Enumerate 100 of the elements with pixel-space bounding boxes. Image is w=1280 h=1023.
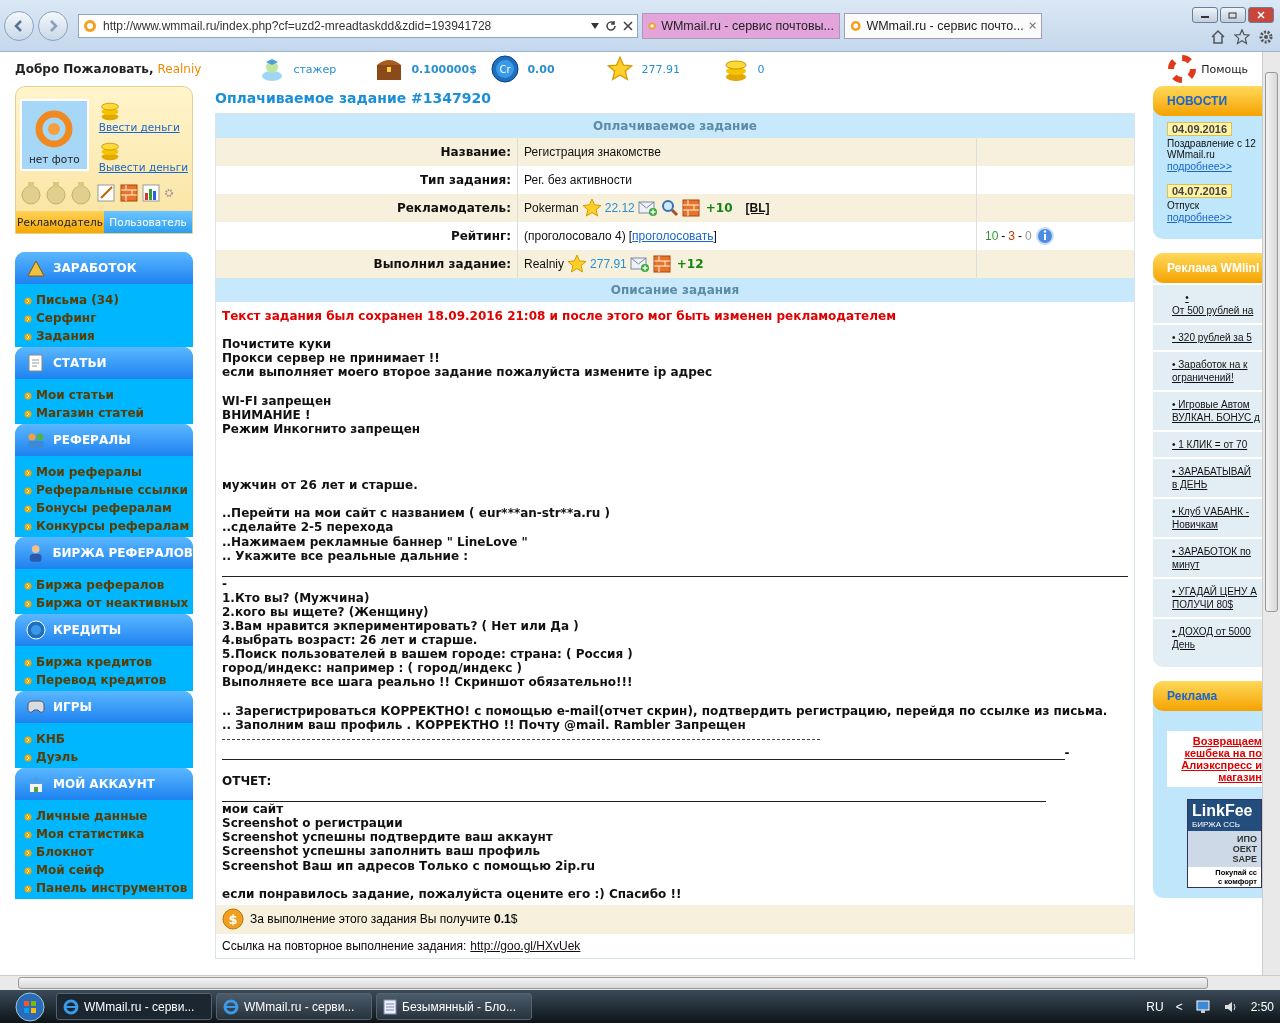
brick-wall-icon[interactable] — [681, 199, 700, 217]
browser-e-icon — [63, 998, 79, 1015]
browser-tab[interactable]: WMmail.ru - сервис почто... — [844, 12, 1042, 39]
bullet-icon — [24, 753, 32, 762]
menu-link[interactable]: Перевод кредитов — [24, 672, 193, 689]
clock[interactable]: 2:50 — [1250, 999, 1274, 1014]
menu-link[interactable]: Мои рефералы — [24, 464, 193, 481]
role-tab[interactable]: Рекламодатель — [16, 211, 104, 233]
home-icon[interactable] — [1210, 28, 1226, 45]
description-line: 1.Кто вы? (Мужчина) — [222, 590, 371, 605]
menu-link[interactable]: Серфинг — [24, 310, 193, 327]
menu-link[interactable]: Задания — [24, 328, 193, 345]
separator-text: - — [1001, 229, 1006, 243]
restore-button[interactable] — [1220, 6, 1246, 23]
brick-wall-icon[interactable] — [652, 255, 671, 273]
description-line: 3.Вам нравится экпериментировать? ( Нет или Да ) — [222, 619, 580, 634]
taskbar-button[interactable]: Безымянный - Бло... — [376, 993, 532, 1020]
menu-link[interactable]: КНБ — [24, 731, 193, 748]
menu-link[interactable]: Магазин статей — [24, 405, 193, 422]
menu-link[interactable]: Биржа кредитов — [24, 654, 193, 671]
menu-link[interactable]: Личные данные — [24, 808, 193, 825]
help-link[interactable]: Помощь — [1201, 62, 1248, 76]
bullet-icon — [24, 884, 32, 893]
mail-add-icon[interactable] — [629, 255, 650, 273]
taskbar-button[interactable]: WMmail.ru - серви... — [56, 993, 212, 1020]
menu-link[interactable]: Моя статистика — [24, 826, 193, 843]
bracket-text: ] — [713, 229, 717, 243]
reward-text: За выполнение этого задания Вы получите 0.1$ — [250, 912, 518, 927]
notepad-icon — [383, 998, 397, 1015]
money-link[interactable]: Ввести деньги — [98, 121, 180, 133]
rating-value: 22.12 — [604, 201, 635, 215]
minimize-button[interactable] — [1192, 6, 1218, 23]
notepad-icon[interactable] — [95, 182, 117, 204]
menu-link[interactable]: Панель инструментов — [24, 880, 193, 897]
network-icon[interactable] — [1194, 998, 1211, 1015]
votes-text: (проголосовало 4) — [524, 229, 626, 243]
stat-value: 0 — [757, 62, 765, 76]
close-icon[interactable] — [623, 20, 633, 31]
description-line: мои сайт — [222, 802, 285, 817]
gear-icon[interactable] — [164, 188, 174, 198]
menu-link[interactable]: Биржа от неактивных — [24, 595, 193, 612]
description-line: Режим Инкогнито запрещен — [222, 421, 422, 436]
close-button[interactable] — [1248, 6, 1274, 23]
tray-expand-button[interactable]: < — [1175, 999, 1183, 1014]
menu-link[interactable]: Мой сейф — [24, 862, 193, 879]
bullet-icon — [24, 581, 32, 590]
description-line: город/индекс: например : ( город/индекс ) — [222, 661, 524, 676]
close-icon — [1256, 10, 1266, 19]
bonus-value: +10 — [705, 201, 733, 215]
menu-link[interactable]: Блокнот — [24, 844, 193, 861]
menu-link[interactable]: Бонусы рефералам — [24, 500, 193, 517]
mail-add-icon[interactable] — [637, 199, 658, 217]
menu-link[interactable]: Мои статьи — [24, 387, 193, 404]
news-text: Поздравление с 12 — [1167, 138, 1256, 149]
info-icon[interactable] — [1034, 226, 1055, 246]
description-line: Screenshot Ваш ип адресов Только с помощью 2ip.ru — [222, 858, 597, 873]
chart-icon[interactable] — [141, 183, 161, 203]
description-line: ..Перейти на мои сайт с названием ( eur***an-str**a.ru ) — [222, 506, 611, 521]
taskbar-button[interactable]: WMmail.ru - серви... — [216, 993, 372, 1020]
dropdown-icon[interactable] — [591, 22, 599, 29]
browser-e-icon — [223, 998, 239, 1015]
cashback-banner[interactable]: Возвращаем кешбека на по Алиэкспресс и магазин — [1167, 731, 1262, 787]
menu-link[interactable]: Биржа рефералов — [24, 577, 193, 594]
refresh-icon[interactable] — [605, 19, 617, 32]
address-bar[interactable]: http://www.wmmail.ru/index.php?cf=uzd2-mreadtaskdd&zdid=193941728 — [78, 13, 638, 38]
page-title: Оплачиваемое задание #1347920 — [215, 90, 493, 106]
horizontal-scrollbar[interactable] — [0, 975, 1280, 990]
menu-link[interactable]: Письма (34) — [24, 292, 193, 309]
bullet-icon — [24, 599, 32, 608]
menu-link[interactable]: Конкурсы рефералам — [24, 518, 193, 535]
news-text: Отпуск — [1167, 200, 1200, 211]
forward-button[interactable] — [38, 10, 68, 41]
favorites-star-icon[interactable] — [1234, 28, 1250, 45]
menu-link[interactable]: Реферальные ссылки — [24, 482, 193, 499]
more-link[interactable]: подробнее>> — [1167, 160, 1232, 172]
menu-link[interactable]: Дуэль — [24, 749, 193, 766]
lifebuoy-icon[interactable] — [1167, 55, 1198, 83]
vertical-scrollbar[interactable] — [1262, 52, 1280, 975]
magnifier-icon[interactable] — [660, 199, 679, 217]
description-line: 2.кого вы ищете? (Женщину) — [222, 604, 430, 620]
repeat-link[interactable]: http://goo.gl/HXvUek — [470, 938, 581, 953]
back-button[interactable] — [4, 10, 34, 41]
language-indicator[interactable]: RU — [1146, 999, 1164, 1014]
bullet-icon — [24, 314, 32, 323]
description-line: Screenshot о регистрации — [222, 816, 404, 831]
username: Realniy — [524, 257, 565, 271]
stat-value: 0.00 — [527, 62, 555, 76]
money-link[interactable]: Вывести деньги — [98, 161, 188, 173]
brick-wall-icon[interactable] — [120, 184, 138, 202]
description-line: мужчин от 26 лет и старше. — [222, 478, 419, 493]
house-icon — [25, 773, 47, 795]
blacklist-link[interactable]: [BL] — [745, 201, 770, 215]
bullet-icon — [24, 486, 32, 495]
settings-icon[interactable] — [1258, 28, 1274, 45]
description-line: Screenshot успешны подтвердите ваш аккаунт — [222, 830, 554, 845]
more-link[interactable]: подробнее>> — [1167, 211, 1232, 223]
bracket-text: [ — [628, 229, 633, 243]
credit-coin-icon: Cr — [491, 55, 520, 83]
browser-tab[interactable]: WMmail.ru - сервис почтовы... — [642, 12, 840, 39]
site-icon — [83, 18, 97, 33]
